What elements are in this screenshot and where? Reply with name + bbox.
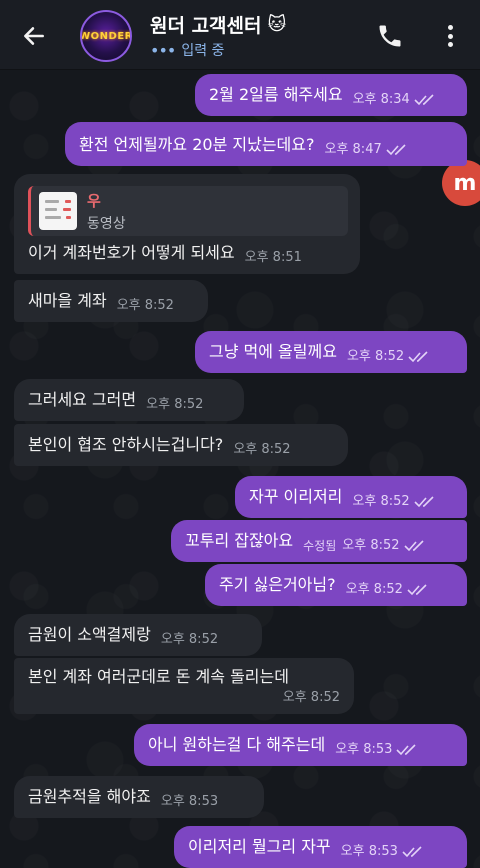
read-checkmarks-icon: [403, 540, 424, 552]
message-bubble-outgoing[interactable]: 이리저리 뭘그리 자꾸 오후 8:53: [174, 826, 467, 868]
floating-badge-text: m: [453, 170, 477, 196]
reply-quote[interactable]: 우 동영상: [28, 186, 348, 236]
cat-emoji-icon: 🐱: [267, 14, 287, 35]
message-text: 아니 원하는걸 다 해주는데: [148, 735, 326, 754]
read-checkmarks-icon: [414, 496, 434, 508]
arrow-left-icon: [24, 27, 44, 45]
message-time: 오후 8:34: [352, 92, 410, 107]
message-text: 이거 계좌번호가 어떻게 되세요: [28, 243, 235, 262]
message-bubble-incoming[interactable]: 본인이 협조 안하시는겁니다? 오후 8:52: [14, 424, 348, 466]
read-checkmarks-icon: [386, 144, 406, 156]
message-time: 오후 8:52: [233, 442, 291, 457]
message-time: 오후 8:52: [160, 632, 219, 647]
back-button[interactable]: [18, 20, 50, 52]
message-time: 오후 8:52: [282, 690, 340, 705]
message-bubble-outgoing[interactable]: 2월 2일름 해주세요 오후 8:34: [195, 74, 467, 116]
message-time: 오후 8:53: [160, 794, 219, 809]
message-time: 오후 8:52: [116, 298, 174, 313]
read-checkmarks-icon: [402, 846, 422, 858]
message-time: 오후 8:52: [345, 582, 403, 597]
message-time: 오후 8:52: [146, 397, 204, 412]
message-time: 오후 8:53: [340, 844, 398, 859]
message-text: 자꾸 이리저리: [249, 487, 343, 506]
message-time: 오후 8:51: [244, 250, 302, 265]
message-bubble-outgoing[interactable]: 환전 언제될까요 20분 지났는데요? 오후 8:47: [65, 122, 467, 166]
typing-status-text: 입력 중: [181, 43, 225, 59]
avatar[interactable]: WONDER: [80, 10, 132, 62]
message-text: 이리저리 뭘그리 자꾸: [188, 837, 331, 856]
chat-header: WONDER 원더 고객센터 🐱 ••• 입력 중: [0, 0, 480, 70]
message-text: 새마을 계좌: [28, 291, 107, 310]
more-menu-button[interactable]: [440, 22, 460, 50]
message-bubble-outgoing[interactable]: 아니 원하는걸 다 해주는데 오후 8:53: [134, 724, 467, 766]
chat-title-text: 원더 고객센터: [150, 15, 262, 37]
message-text: 환전 언제될까요 20분 지났는데요?: [79, 135, 315, 154]
message-bubble-outgoing[interactable]: 그냥 먹에 올릴께요 오후 8:52: [195, 331, 467, 373]
message-time: 오후 8:53: [335, 742, 393, 757]
video-thumbnail: [39, 192, 77, 230]
message-bubble-outgoing[interactable]: 꼬투리 잡잖아요 수정됨 오후 8:52: [171, 520, 467, 562]
message-text: 금원이 소액결제랑: [28, 625, 151, 644]
chat-title[interactable]: 원더 고객센터 🐱: [150, 11, 286, 38]
message-text: 2월 2일름 해주세요: [209, 85, 343, 104]
message-time: 오후 8:47: [324, 142, 382, 157]
typing-dots-icon: •••: [150, 40, 176, 60]
read-checkmarks-icon: [414, 94, 434, 106]
message-text: 주기 싫은거아님?: [219, 575, 336, 594]
message-time: 오후 8:52: [352, 494, 410, 509]
read-checkmarks-icon: [408, 351, 428, 363]
message-text: 그러세요 그러면: [28, 390, 137, 409]
message-bubble-incoming[interactable]: 본인 계좌 여러군데로 돈 계속 돌리는데 오후 8:52: [14, 658, 354, 714]
floating-app-badge[interactable]: m: [442, 160, 480, 206]
message-bubble-incoming[interactable]: 그러세요 그러면 오후 8:52: [14, 379, 244, 421]
typing-status: ••• 입력 중: [150, 40, 224, 60]
call-button[interactable]: [376, 22, 404, 50]
message-bubble-incoming[interactable]: 금원이 소액결제랑 오후 8:52: [14, 614, 262, 656]
message-text: 그냥 먹에 올릴께요: [209, 342, 337, 361]
message-bubble-incoming[interactable]: 금원추적을 해야죠 오후 8:53: [14, 776, 264, 818]
read-checkmarks-icon: [396, 744, 417, 756]
message-time: 오후 8:52: [346, 349, 405, 364]
message-bubble-outgoing[interactable]: 주기 싫은거아님? 오후 8:52: [205, 564, 467, 606]
message-text: 금원추적을 해야죠: [28, 787, 151, 806]
reply-sender-name: 우: [87, 191, 101, 210]
message-time: 오후 8:52: [342, 538, 400, 553]
more-vertical-icon: [447, 25, 453, 30]
message-bubble-outgoing[interactable]: 자꾸 이리저리 오후 8:52: [235, 476, 467, 518]
edited-label: 수정됨: [303, 539, 337, 553]
message-bubble-incoming[interactable]: 새마을 계좌 오후 8:52: [14, 280, 208, 322]
message-text: 꼬투리 잡잖아요: [185, 531, 294, 550]
message-text: 본인이 협조 안하시는겁니다?: [28, 435, 224, 454]
read-checkmarks-icon: [407, 584, 427, 596]
avatar-logo-text: WONDER: [80, 30, 132, 42]
phone-icon: [379, 25, 401, 47]
message-text: 본인 계좌 여러군데로 돈 계속 돌리는데: [28, 667, 289, 686]
reply-media-type: 동영상: [87, 215, 126, 232]
